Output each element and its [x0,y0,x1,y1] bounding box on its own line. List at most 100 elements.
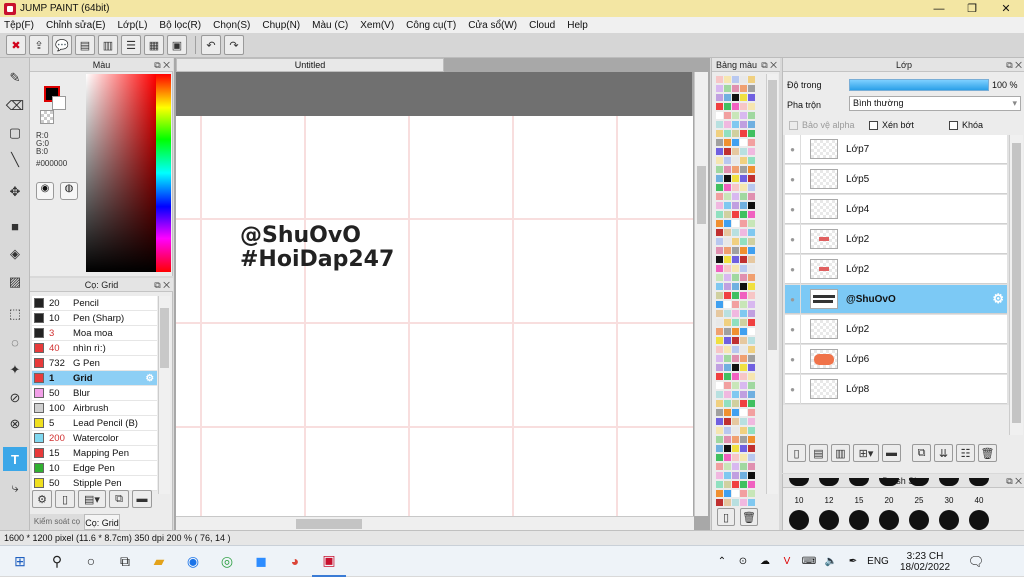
palette-swatch[interactable] [740,193,747,200]
menu-edit[interactable]: Chỉnh sửa(E) [46,20,106,31]
palette-swatch[interactable] [748,121,755,128]
palette-swatch[interactable] [716,247,723,254]
palette-swatch[interactable] [724,454,731,461]
chrome-icon[interactable]: ◕ [278,546,312,577]
palette-swatch[interactable] [724,373,731,380]
palette-swatch[interactable] [716,220,723,227]
brush-item[interactable]: 40 nhìn rì:) [32,341,157,356]
palette-swatch[interactable] [732,391,739,398]
scroll-thumb[interactable] [1012,143,1021,423]
brush-size-label[interactable]: 40 [967,496,991,505]
move-tool-icon[interactable]: ✥ [3,180,27,204]
layer-row[interactable]: ● Lớp5 [785,164,1007,194]
drawing-canvas[interactable]: @ShuOvO #HoiDap247 [176,116,693,516]
menu-window[interactable]: Cửa sổ(W) [468,20,517,31]
palette-swatch[interactable] [740,247,747,254]
palette-swatch[interactable] [716,139,723,146]
close-button[interactable]: ✕ [989,0,1023,17]
new-swatch-icon[interactable]: ▯ [717,508,735,526]
color-wheel-icon[interactable]: ◍ [60,182,78,200]
brush-size-dot[interactable] [879,510,899,530]
palette-swatch[interactable] [732,94,739,101]
palette-swatch[interactable] [716,76,723,83]
palette-swatch[interactable] [748,364,755,371]
palette-swatch[interactable] [724,211,731,218]
palette-swatch[interactable] [732,112,739,119]
file-explorer-icon[interactable]: ▰ [142,546,176,577]
brush-add-dropdown-icon[interactable]: ▤▾ [78,490,106,508]
redo-icon[interactable]: ↷ [224,35,244,55]
palette-swatch[interactable] [732,409,739,416]
brush-size-label[interactable]: 20 [877,496,901,505]
text-tool-icon[interactable]: T [3,447,27,471]
palette-swatch[interactable] [740,499,747,506]
palette-swatch[interactable] [748,283,755,290]
palette-swatch[interactable] [748,481,755,488]
palette-swatch[interactable] [724,436,731,443]
layer-row[interactable]: ● Lớp6 [785,344,1007,374]
palette-swatch[interactable] [748,157,755,164]
brush-size-dot[interactable] [789,510,809,530]
lasso-icon[interactable]: ◌ [3,330,27,354]
brush-item[interactable]: 200 Watercolor [32,431,157,446]
palette-swatch[interactable] [724,229,731,236]
bucket-tool-icon[interactable]: ◈ [3,242,27,266]
brush-size-label[interactable]: 30 [937,496,961,505]
brush-item[interactable]: 732 G Pen [32,356,157,371]
palette-swatch[interactable] [740,175,747,182]
grid-icon[interactable]: ▣ [167,35,187,55]
lock-checkbox[interactable]: Khóa [949,120,983,130]
palette-swatch[interactable] [740,256,747,263]
background-color-swatch[interactable] [52,96,66,110]
new-layer-1bit-icon[interactable]: ▥ [831,444,850,462]
canvas-horizontal-scrollbar[interactable] [176,516,694,530]
brush-size-label[interactable]: 10 [787,496,811,505]
palette-swatch[interactable] [724,256,731,263]
brush-item[interactable]: 3 Moa moa [32,326,157,341]
tab-brush-grid[interactable]: Cọ: Grid [84,514,120,530]
palette-swatch[interactable] [732,256,739,263]
palette-swatch[interactable] [716,148,723,155]
palette-swatch[interactable] [724,364,731,371]
palette-swatch[interactable] [724,220,731,227]
palette-swatch[interactable] [748,382,755,389]
hue-slider[interactable] [156,74,171,272]
visibility-icon[interactable]: ● [785,134,801,164]
palette-swatch[interactable] [740,283,747,290]
palette-swatch[interactable] [732,463,739,470]
palette-swatch[interactable] [716,328,723,335]
layer-property-icon[interactable]: ☷ [956,444,975,462]
palette-swatch[interactable] [732,382,739,389]
palette-swatch[interactable] [732,292,739,299]
palette-swatch[interactable] [716,103,723,110]
palette-swatch[interactable] [724,355,731,362]
palette-swatch[interactable] [740,328,747,335]
comment-icon[interactable]: 💬 [52,35,72,55]
brush-folder-icon[interactable]: ▬ [132,490,152,508]
palette-swatch[interactable] [724,337,731,344]
palette-scrollbar[interactable] [766,74,778,494]
brush-size-dot[interactable] [969,510,989,530]
palette-swatch[interactable] [740,121,747,128]
palette-swatch[interactable] [748,85,755,92]
palette-swatch[interactable] [716,409,723,416]
palette-swatch[interactable] [732,274,739,281]
windows-start-icon[interactable]: ⊞ [0,546,40,577]
palette-swatch[interactable] [732,310,739,317]
layer-folder-icon[interactable]: ▬ [882,444,901,462]
palette-swatch[interactable] [748,130,755,137]
palette-swatch[interactable] [716,472,723,479]
notification-icon[interactable]: 🗨 [958,554,994,570]
palette-swatch[interactable] [716,112,723,119]
palette-swatch[interactable] [716,283,723,290]
palette-swatch[interactable] [748,112,755,119]
undo-icon[interactable]: ↶ [201,35,221,55]
palette-swatch[interactable] [748,472,755,479]
palette-swatch[interactable] [716,157,723,164]
visibility-icon[interactable]: ● [785,374,801,404]
palette-swatch[interactable] [724,445,731,452]
palette-swatch[interactable] [740,355,747,362]
palette-swatch[interactable] [724,157,731,164]
palette-swatch[interactable] [748,391,755,398]
brush-size-dot[interactable] [819,510,839,530]
